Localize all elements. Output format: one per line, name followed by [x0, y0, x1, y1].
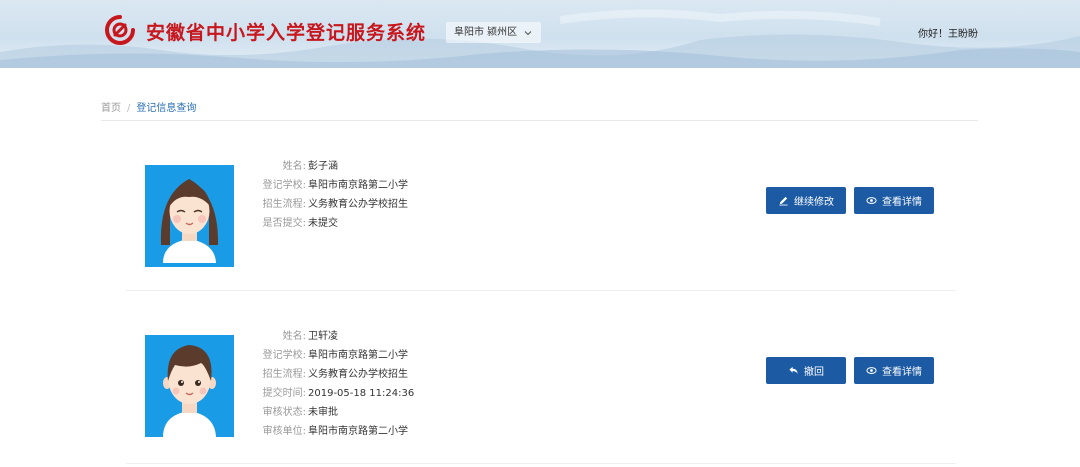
- chevron-down-icon: [524, 30, 532, 35]
- field-value: 阜阳市南京路第二小学: [308, 426, 408, 437]
- field-label: 审核单位:: [262, 426, 306, 437]
- view-details-button[interactable]: 查看详情: [854, 357, 934, 384]
- field-value: 卫轩凌: [308, 331, 338, 342]
- info-row: 招生流程: 义务教育公办学校招生: [256, 365, 414, 384]
- view-details-button[interactable]: 查看详情: [854, 187, 934, 214]
- eye-icon: [866, 367, 877, 374]
- record-divider: [126, 463, 956, 464]
- region-selector[interactable]: 阜阳市 颍州区: [446, 22, 542, 43]
- breadcrumb-divider: [101, 120, 978, 121]
- site-title: 安徽省中小学入学登记服务系统: [146, 22, 427, 44]
- info-row: 是否提交: 未提交: [256, 214, 408, 233]
- button-label: 查看详情: [882, 197, 922, 208]
- breadcrumb-current: 登记信息查询: [136, 103, 197, 114]
- breadcrumb: 首页 / 登记信息查询: [101, 99, 196, 114]
- info-row: 姓名: 卫轩凌: [256, 327, 414, 346]
- system-logo-icon: [105, 15, 135, 45]
- field-value: 阜阳市南京路第二小学: [308, 350, 408, 361]
- field-value: 阜阳市南京路第二小学: [308, 180, 408, 191]
- info-row: 审核单位: 阜阳市南京路第二小学: [256, 422, 414, 441]
- button-label: 查看详情: [882, 367, 922, 378]
- student-avatar-male: [145, 335, 234, 437]
- button-label: 继续修改: [794, 197, 834, 208]
- field-label: 是否提交:: [262, 218, 306, 229]
- record-divider: [126, 290, 956, 291]
- eye-icon: [866, 197, 877, 204]
- info-row: 登记学校: 阜阳市南京路第二小学: [256, 176, 408, 195]
- breadcrumb-separator: /: [127, 103, 131, 114]
- field-value: 义务教育公办学校招生: [308, 199, 408, 210]
- field-label: 登记学校:: [262, 180, 306, 191]
- student-avatar-female: [145, 165, 234, 267]
- field-label: 招生流程:: [262, 199, 306, 210]
- field-value: 彭子涵: [308, 161, 338, 172]
- field-value: 未提交: [308, 218, 338, 229]
- field-label: 招生流程:: [262, 369, 306, 380]
- record-info: 姓名: 卫轩凌 登记学校: 阜阳市南京路第二小学 招生流程: 义务教育公办学校招生 提…: [256, 327, 415, 441]
- pencil-icon: [779, 196, 788, 206]
- field-label: 提交时间:: [262, 388, 306, 399]
- info-row: 招生流程: 义务教育公办学校招生: [256, 195, 408, 214]
- breadcrumb-home[interactable]: 首页: [101, 103, 121, 114]
- field-label: 审核状态:: [262, 407, 306, 418]
- undo-icon: [789, 366, 798, 374]
- field-value: 2019-05-18 11:24:36: [308, 388, 415, 399]
- info-row: 登记学校: 阜阳市南京路第二小学: [256, 346, 414, 365]
- header-banner: 安徽省中小学入学登记服务系统 阜阳市 颍州区 你好！王盼盼: [0, 0, 1080, 68]
- field-label: 姓名:: [282, 161, 306, 172]
- field-value: 未审批: [308, 407, 338, 418]
- record-info: 姓名: 彭子涵 登记学校: 阜阳市南京路第二小学 招生流程: 义务教育公办学校招生 是…: [256, 157, 408, 233]
- info-row: 提交时间: 2019-05-18 11:24:36: [256, 384, 415, 403]
- button-label: 撤回: [804, 367, 824, 378]
- field-value: 义务教育公办学校招生: [308, 369, 408, 380]
- info-row: 审核状态: 未审批: [256, 403, 414, 422]
- continue-edit-button[interactable]: 继续修改: [766, 187, 846, 214]
- info-row: 姓名: 彭子涵: [256, 157, 408, 176]
- field-label: 登记学校:: [262, 350, 306, 361]
- field-label: 姓名:: [282, 331, 306, 342]
- user-greeting[interactable]: 你好！王盼盼: [918, 25, 978, 40]
- region-label: 阜阳市 颍州区: [454, 27, 518, 38]
- withdraw-button[interactable]: 撤回: [766, 357, 846, 384]
